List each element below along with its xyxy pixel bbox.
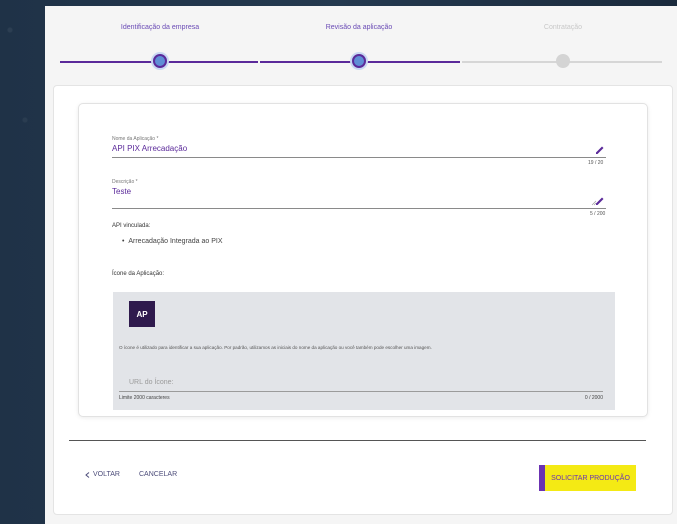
icon-info-text: O ícone é utilizado para identificar a s… [119, 345, 432, 350]
step-3-dot [556, 54, 570, 68]
app-name-counter: 19 / 20 [588, 160, 604, 166]
cancel-label: CANCELAR [139, 471, 178, 478]
step-1-label[interactable]: Identificação da empresa [121, 24, 199, 31]
icon-url-label[interactable]: URL do Ícone: [129, 379, 174, 386]
app-name-underline [112, 157, 606, 158]
description-counter: 5 / 200 [590, 211, 606, 217]
linked-api-label: API vinculada: [112, 223, 151, 229]
icon-section-label: Ícone da Aplicação: [112, 271, 165, 277]
stepper: Identificação da empresa Revisão da apli… [60, 24, 662, 84]
icon-url-counter: 0 / 2000 [584, 395, 603, 401]
edit-name-icon[interactable] [595, 145, 605, 155]
icon-url-hint: Limite 2000 caracteres [119, 395, 170, 401]
application-form: Nome da Aplicação * API PIX Arrecadação … [78, 103, 648, 417]
submit-production-button[interactable]: SOLICITAR PRODUÇÃO [539, 465, 636, 491]
step-3-label: Contratação [543, 24, 583, 31]
icon-url-input[interactable] [119, 391, 603, 392]
app-avatar: AP [129, 301, 155, 327]
description-value[interactable]: Teste [112, 187, 131, 196]
linked-api-item: • Arrecadação Integrada ao PIX [122, 238, 223, 245]
step-2-label[interactable]: Revisão da aplicação [326, 24, 393, 31]
footer-divider [69, 440, 646, 441]
description-underline [112, 208, 606, 209]
step-2-dot[interactable] [352, 54, 366, 68]
app-name-label: Nome da Aplicação * [112, 136, 159, 142]
review-card: Nome da Aplicação * API PIX Arrecadação … [53, 85, 673, 515]
icon-panel: AP O ícone é utilizado para identificar … [113, 292, 615, 410]
description-label: Descrição * [112, 179, 138, 185]
resize-handle-icon[interactable] [591, 200, 597, 206]
back-label: VOLTAR [93, 471, 120, 478]
app-name-value[interactable]: API PIX Arrecadação [112, 144, 187, 153]
submit-label: SOLICITAR PRODUÇÃO [551, 474, 630, 482]
cancel-button[interactable]: CANCELAR [139, 471, 177, 478]
back-button[interactable]: VOLTAR [85, 471, 120, 478]
step-1-dot[interactable] [153, 54, 167, 68]
page-container: Identificação da empresa Revisão da apli… [45, 6, 677, 524]
chevron-left-icon [85, 471, 90, 478]
linked-api-name: Arrecadação Integrada ao PIX [128, 238, 223, 245]
